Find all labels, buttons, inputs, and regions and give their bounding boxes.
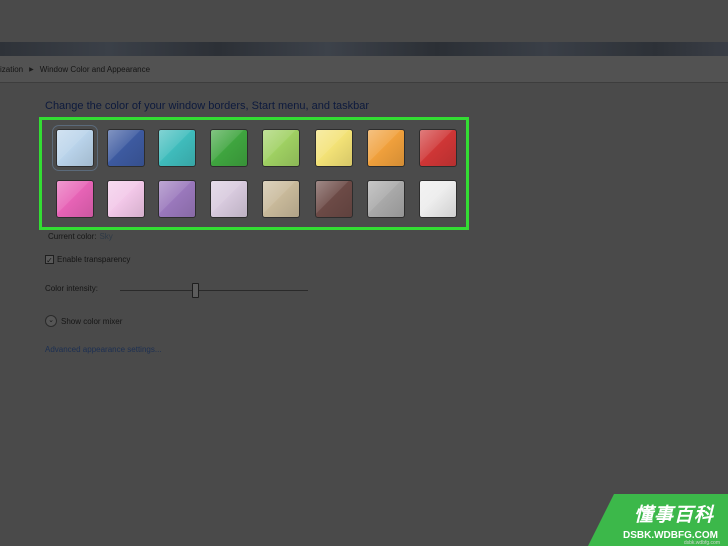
breadcrumb: ization ▶ Window Color and Appearance xyxy=(0,56,728,83)
current-color-label: Current color: xyxy=(48,232,97,241)
color-swatch-twilight[interactable] xyxy=(107,129,145,167)
advanced-appearance-settings-link[interactable]: Advanced appearance settings... xyxy=(45,345,162,354)
color-swatch-lime[interactable] xyxy=(262,129,300,167)
page-title: Change the color of your window borders,… xyxy=(45,100,370,112)
color-swatch-blush[interactable] xyxy=(107,180,145,218)
color-swatch-lemon[interactable] xyxy=(315,129,353,167)
watermark-text-cn: 懂事百科 xyxy=(633,505,714,526)
top-dimmed-area xyxy=(0,0,728,42)
color-intensity-slider-track[interactable] xyxy=(120,290,308,291)
color-swatch-violet[interactable] xyxy=(158,180,196,218)
color-swatch-fuchsia[interactable] xyxy=(56,180,94,218)
breadcrumb-arrow-icon[interactable]: ▶ xyxy=(29,66,34,73)
show-color-mixer-label: Show color mixer xyxy=(61,316,123,326)
current-color-text: Current color: Sky xyxy=(48,232,113,241)
color-swatch-leaf[interactable] xyxy=(210,129,248,167)
show-color-mixer-toggle[interactable]: ⌄ Show color mixer xyxy=(45,315,122,327)
color-swatch-taupe[interactable] xyxy=(262,180,300,218)
watermark-text-small: dsbk.wdbfg.com xyxy=(683,540,720,546)
color-intensity-slider-thumb[interactable] xyxy=(192,283,200,298)
current-color-value: Sky xyxy=(99,232,113,241)
window-title-bar xyxy=(0,42,728,56)
transparency-option[interactable]: ✓ Enable transparency xyxy=(45,255,131,265)
breadcrumb-item-personalization[interactable]: ization xyxy=(0,65,23,74)
transparency-checkbox[interactable]: ✓ xyxy=(45,255,54,265)
color-swatch-ruby[interactable] xyxy=(419,129,457,167)
color-swatch-sky[interactable] xyxy=(52,125,98,171)
color-swatch-grid xyxy=(39,117,469,230)
color-swatch-chocolate[interactable] xyxy=(315,180,353,218)
color-swatch-slate[interactable] xyxy=(367,180,405,218)
color-swatch-sea[interactable] xyxy=(158,129,196,167)
breadcrumb-item-window-color[interactable]: Window Color and Appearance xyxy=(40,65,150,74)
chevron-down-icon[interactable]: ⌄ xyxy=(45,315,57,327)
color-intensity-label: Color intensity: xyxy=(45,284,98,293)
color-swatch-pumpkin[interactable] xyxy=(367,129,405,167)
watermark-logo: 懂事百科 DSBK.WDBFG.COM dsbk.wdbfg.com xyxy=(588,494,728,546)
transparency-label: Enable transparency xyxy=(57,255,131,264)
color-swatch-frost[interactable] xyxy=(419,180,457,218)
color-swatch-lavender[interactable] xyxy=(210,180,248,218)
